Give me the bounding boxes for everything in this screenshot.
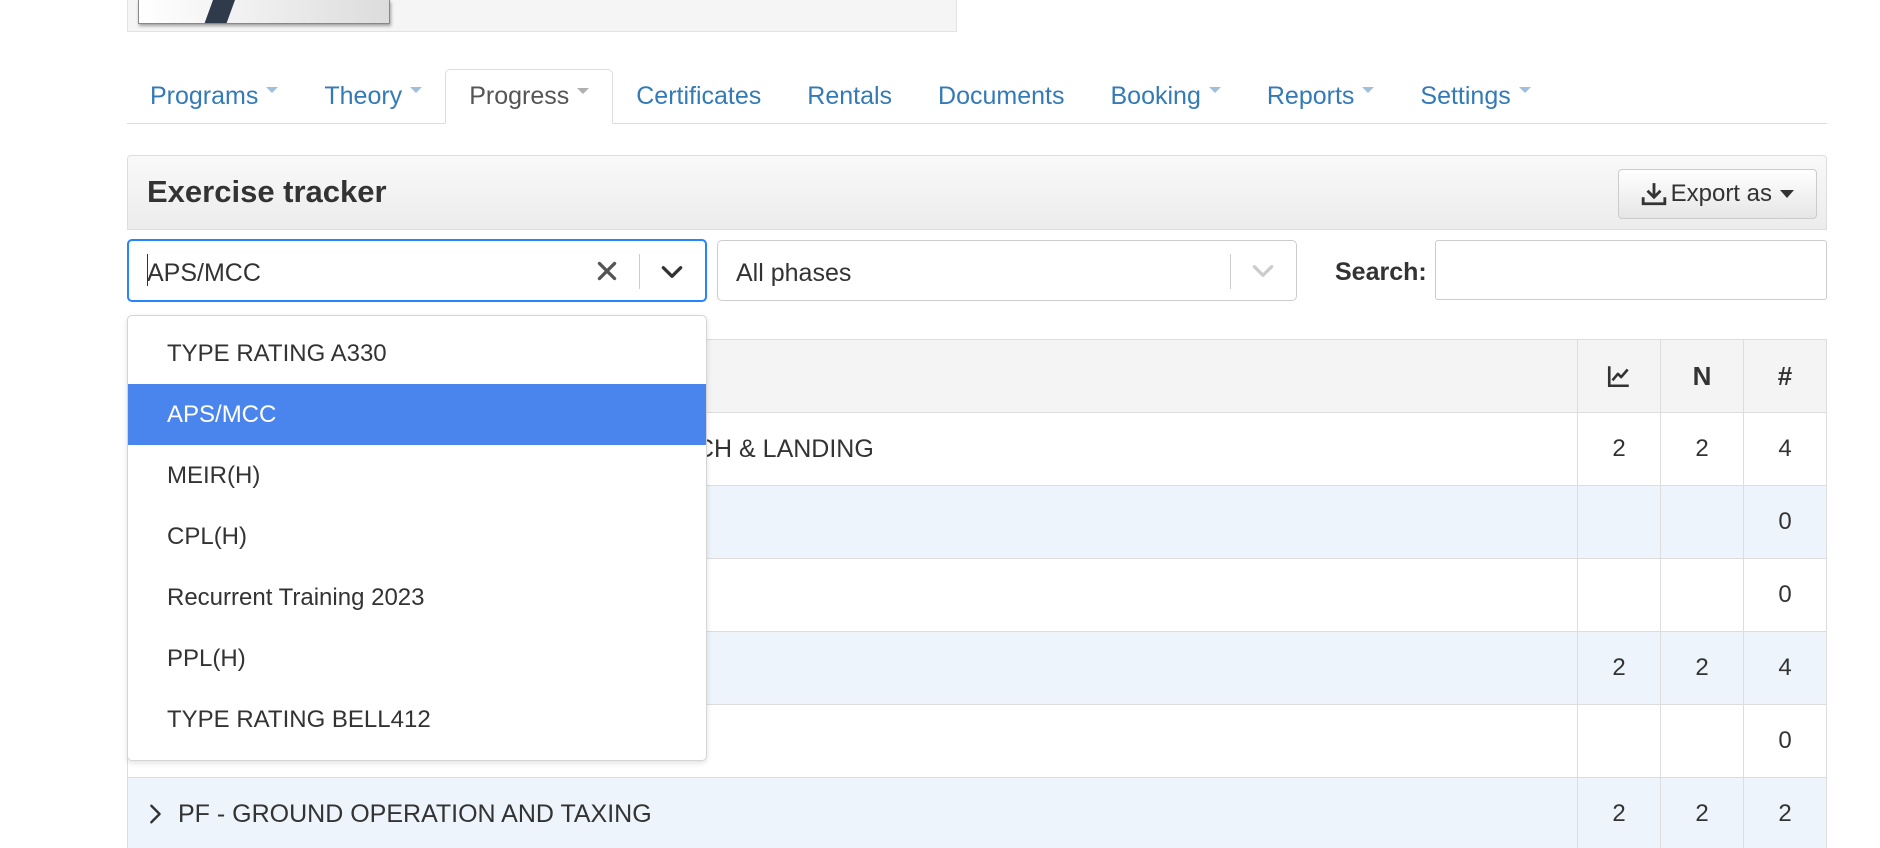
row-value-n xyxy=(1660,705,1743,777)
tab-booking[interactable]: Booking xyxy=(1088,69,1244,123)
row-value-1: 2 xyxy=(1577,413,1660,485)
profile-strip xyxy=(127,0,957,32)
row-value-n xyxy=(1660,486,1743,558)
photo-detail xyxy=(203,0,237,23)
row-value-n: 2 xyxy=(1660,632,1743,704)
row-value-1 xyxy=(1577,486,1660,558)
tab-documents[interactable]: Documents xyxy=(915,69,1087,123)
export-as-button[interactable]: Export as xyxy=(1617,169,1817,219)
select-separator xyxy=(639,254,640,289)
row-label: CH & LANDING xyxy=(696,434,874,463)
row-value-count: 2 xyxy=(1743,778,1826,848)
program-option-selected[interactable]: APS/MCC xyxy=(128,384,706,445)
row-value-n: 2 xyxy=(1660,413,1743,485)
search-label: Search: xyxy=(1335,258,1427,286)
tab-theory[interactable]: Theory xyxy=(301,69,445,123)
caret-down-icon xyxy=(410,87,423,93)
program-option[interactable]: CPL(H) xyxy=(128,506,706,567)
table-header-chart[interactable] xyxy=(1577,340,1660,412)
caret-down-icon xyxy=(577,87,590,94)
row-value-count: 4 xyxy=(1743,413,1826,485)
row-value-count: 0 xyxy=(1743,705,1826,777)
caret-down-icon xyxy=(1208,87,1221,93)
profile-photo xyxy=(138,0,390,24)
row-value-n: 2 xyxy=(1660,778,1743,848)
main-nav-tabs: Programs Theory Progress Certificates Re… xyxy=(127,68,1827,124)
page-title: Exercise tracker xyxy=(147,174,387,209)
clear-icon[interactable] xyxy=(594,258,620,284)
program-option[interactable]: MEIR(H) xyxy=(128,445,706,506)
row-value-1: 2 xyxy=(1577,778,1660,848)
tab-programs[interactable]: Programs xyxy=(127,69,301,123)
caret-down-icon xyxy=(1780,190,1794,198)
row-label: PF - GROUND OPERATION AND TAXING xyxy=(178,799,652,828)
row-value-n xyxy=(1660,559,1743,631)
row-value-1 xyxy=(1577,705,1660,777)
tab-label: Documents xyxy=(938,81,1065,110)
tab-certificates[interactable]: Certificates xyxy=(613,69,784,123)
text-cursor xyxy=(147,254,148,286)
tab-label: Certificates xyxy=(636,81,762,110)
tab-reports[interactable]: Reports xyxy=(1244,69,1398,123)
program-option[interactable]: PPL(H) xyxy=(128,628,706,689)
tab-label: Progress xyxy=(469,82,570,110)
chevron-down-icon[interactable] xyxy=(1250,258,1276,284)
program-select-value: APS/MCC xyxy=(147,259,261,287)
row-value-1: 2 xyxy=(1577,632,1660,704)
tab-rentals[interactable]: Rentals xyxy=(784,69,915,123)
tab-settings[interactable]: Settings xyxy=(1397,69,1553,123)
row-label-cell: PF - GROUND OPERATION AND TAXING xyxy=(128,778,1577,848)
chevron-right-icon[interactable] xyxy=(144,803,166,825)
table-header-n[interactable]: N xyxy=(1660,340,1743,412)
chart-line-icon xyxy=(1607,366,1629,388)
program-dropdown-menu: TYPE RATING A330 APS/MCC MEIR(H) CPL(H) … xyxy=(127,315,707,761)
row-value-1 xyxy=(1577,559,1660,631)
search-input[interactable] xyxy=(1435,240,1827,300)
tab-label: Theory xyxy=(324,81,403,110)
phase-select[interactable]: All phases xyxy=(717,240,1297,301)
download-icon xyxy=(1641,183,1666,206)
row-value-count: 0 xyxy=(1743,559,1826,631)
program-option[interactable]: TYPE RATING A330 xyxy=(128,323,706,384)
exercise-tracker-panel-header: Exercise tracker Export as xyxy=(127,155,1827,230)
tab-label: Rentals xyxy=(807,81,893,110)
caret-down-icon xyxy=(1518,87,1531,93)
row-value-count: 4 xyxy=(1743,632,1826,704)
tab-label: Settings xyxy=(1420,81,1511,110)
tab-label: Programs xyxy=(150,81,259,110)
caret-down-icon xyxy=(1362,87,1375,93)
program-select[interactable]: APS/MCC xyxy=(127,239,707,302)
tab-label: Booking xyxy=(1110,81,1201,110)
chevron-down-icon[interactable] xyxy=(659,259,685,285)
table-header-hash[interactable]: # xyxy=(1743,340,1826,412)
table-row[interactable]: PF - GROUND OPERATION AND TAXING 2 2 2 xyxy=(128,778,1826,848)
row-value-count: 0 xyxy=(1743,486,1826,558)
phase-select-value: All phases xyxy=(736,259,852,287)
caret-down-icon xyxy=(266,87,279,93)
program-option[interactable]: TYPE RATING BELL412 xyxy=(128,689,706,750)
tab-progress[interactable]: Progress xyxy=(445,69,614,124)
select-separator xyxy=(1230,254,1231,289)
export-label: Export as xyxy=(1670,180,1772,207)
program-option[interactable]: Recurrent Training 2023 xyxy=(128,567,706,628)
tab-label: Reports xyxy=(1266,81,1355,110)
